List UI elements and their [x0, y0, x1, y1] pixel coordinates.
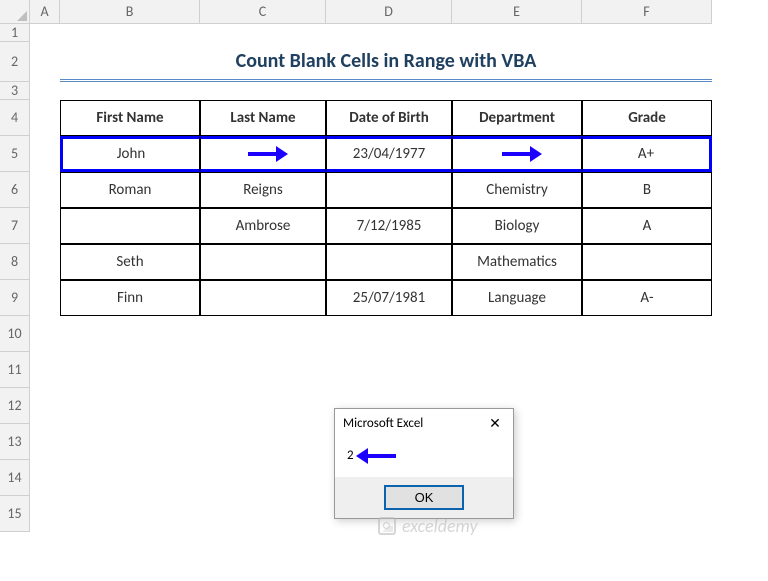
- close-icon[interactable]: ✕: [485, 415, 505, 432]
- row-header-10[interactable]: 10: [0, 316, 30, 352]
- row-header-4[interactable]: 4: [0, 100, 30, 136]
- cell-C5[interactable]: [200, 136, 326, 172]
- cell-E5[interactable]: [452, 136, 582, 172]
- cell-D8[interactable]: [326, 244, 452, 280]
- row-header-15[interactable]: 15: [0, 496, 30, 532]
- cell-E7[interactable]: Biology: [452, 208, 582, 244]
- row-header-9[interactable]: 9: [0, 280, 30, 316]
- col-header-E[interactable]: E: [452, 0, 582, 24]
- row-header-14[interactable]: 14: [0, 460, 30, 496]
- select-all-corner[interactable]: [0, 0, 30, 24]
- cell-D7[interactable]: 7/12/1985: [326, 208, 452, 244]
- arrow-right-icon: [248, 152, 278, 156]
- cell-B8[interactable]: Seth: [60, 244, 200, 280]
- cell-F9[interactable]: A-: [582, 280, 712, 316]
- message-box: Microsoft Excel ✕ 2 OK: [334, 408, 514, 519]
- cell-E9[interactable]: Language: [452, 280, 582, 316]
- cell-C8[interactable]: [200, 244, 326, 280]
- cell-F6[interactable]: B: [582, 172, 712, 208]
- cell-C6[interactable]: Reigns: [200, 172, 326, 208]
- arrow-left-icon: [366, 454, 396, 458]
- row-header-7[interactable]: 7: [0, 208, 30, 244]
- page-title: Count Blank Cells in Range with VBA: [60, 42, 712, 82]
- cell-D6[interactable]: [326, 172, 452, 208]
- row-header-11[interactable]: 11: [0, 352, 30, 388]
- cell-D9[interactable]: 25/07/1981: [326, 280, 452, 316]
- th-first-name: First Name: [60, 100, 200, 136]
- row-header-6[interactable]: 6: [0, 172, 30, 208]
- cell-B6[interactable]: Roman: [60, 172, 200, 208]
- cell-F5[interactable]: A+: [582, 136, 712, 172]
- th-last-name: Last Name: [200, 100, 326, 136]
- cell-B9[interactable]: Finn: [60, 280, 200, 316]
- msgbox-value: 2: [347, 448, 354, 463]
- cell-C7[interactable]: Ambrose: [200, 208, 326, 244]
- th-dob: Date of Birth: [326, 100, 452, 136]
- ok-button[interactable]: OK: [384, 485, 464, 510]
- row-header-13[interactable]: 13: [0, 424, 30, 460]
- row-header-8[interactable]: 8: [0, 244, 30, 280]
- col-header-C[interactable]: C: [200, 0, 326, 24]
- cell-B7[interactable]: [60, 208, 200, 244]
- row-header-2[interactable]: 2: [0, 42, 30, 82]
- cell-D5[interactable]: 23/04/1977: [326, 136, 452, 172]
- col-header-F[interactable]: F: [582, 0, 712, 24]
- col-header-A[interactable]: A: [30, 0, 60, 24]
- cell-C9[interactable]: [200, 280, 326, 316]
- row-header-12[interactable]: 12: [0, 388, 30, 424]
- cell-F7[interactable]: A: [582, 208, 712, 244]
- th-department: Department: [452, 100, 582, 136]
- row-header-3[interactable]: 3: [0, 82, 30, 100]
- col-header-B[interactable]: B: [60, 0, 200, 24]
- arrow-right-icon: [502, 152, 532, 156]
- row-header-5[interactable]: 5: [0, 136, 30, 172]
- cell-E8[interactable]: Mathematics: [452, 244, 582, 280]
- cell-B5[interactable]: John: [60, 136, 200, 172]
- cell-E6[interactable]: Chemistry: [452, 172, 582, 208]
- th-grade: Grade: [582, 100, 712, 136]
- row-header-1[interactable]: 1: [0, 24, 30, 42]
- cell-F8[interactable]: [582, 244, 712, 280]
- col-header-D[interactable]: D: [326, 0, 452, 24]
- msgbox-title: Microsoft Excel: [343, 416, 423, 431]
